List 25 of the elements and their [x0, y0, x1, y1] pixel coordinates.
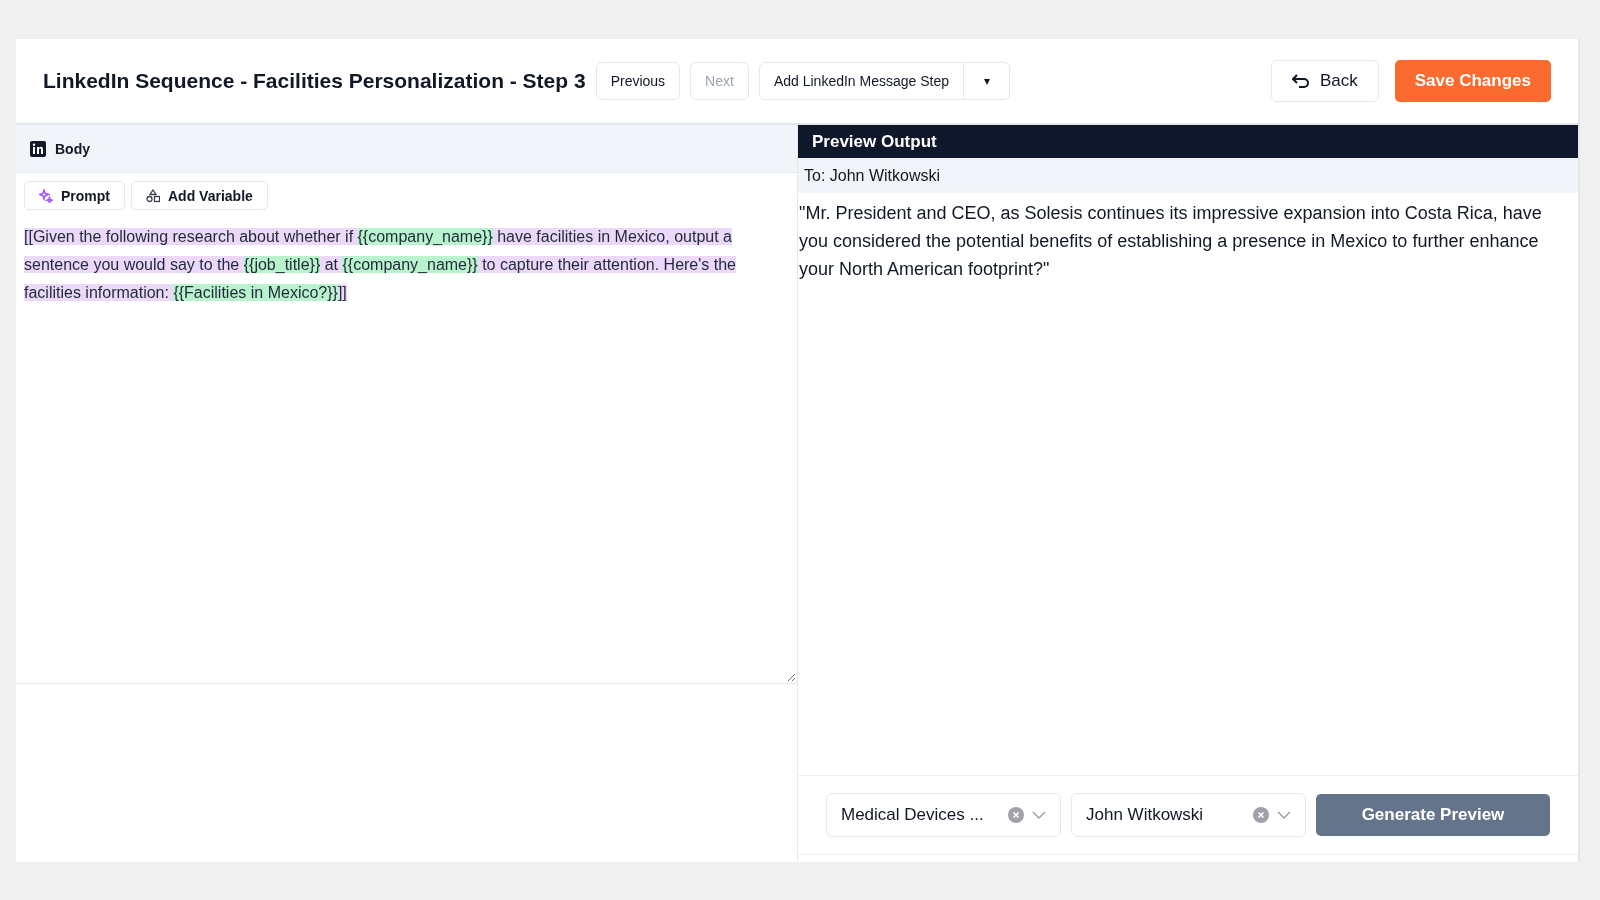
select-dropdown[interactable]: Medical Devices ...: [826, 793, 1061, 837]
preview-output-text: "Mr. President and CEO, as Solesis continues its impressive expansion into Costa Rica, have you considered the potential benefits of establishing a presence in Mexico to further enhance your North American footprint?": [798, 202, 1543, 281]
shapes-icon: [146, 188, 160, 203]
prompt-button[interactable]: Prompt: [24, 181, 125, 210]
select-dropdown[interactable]: John Witkowski: [1071, 793, 1306, 837]
dropdown-caret-button[interactable]: ▾: [963, 63, 1010, 99]
clear-icon[interactable]: [1008, 807, 1024, 823]
back-button[interactable]: Back: [1270, 60, 1379, 102]
add-step-button[interactable]: Add LinkedIn Message Step: [759, 63, 964, 99]
add-variable-button[interactable]: Add Variable: [131, 181, 268, 210]
body-tab[interactable]: Body: [55, 140, 90, 157]
preview-output-header: Preview Output: [798, 125, 1578, 158]
back-label: Back: [1319, 71, 1358, 91]
recipient-label: To: John Witkowski: [798, 158, 1578, 193]
prompt-text[interactable]: [[Given the following research about whether if {{company_name}} have facilities in Mexico, output a sentence you would say to the {{job_title}} at {{company_name}} to capture their attention. Here's the facilities information: {{Facilities in Mexico?}}]]: [24, 223, 789, 307]
linkedin-icon: [30, 140, 46, 157]
sparkle-icon: [39, 188, 53, 203]
resize-handle-icon[interactable]: [787, 673, 795, 681]
generate-preview-button[interactable]: Generate Preview: [1316, 794, 1550, 836]
chevron-down-icon[interactable]: [1032, 811, 1046, 819]
undo-arrow-icon: [1291, 74, 1310, 88]
chevron-down-icon[interactable]: [1277, 811, 1291, 819]
previous-button[interactable]: Previous: [595, 62, 681, 100]
page-title: LinkedIn Sequence - Facilities Personalization - Step 3: [43, 69, 586, 93]
clear-icon[interactable]: [1253, 807, 1269, 823]
